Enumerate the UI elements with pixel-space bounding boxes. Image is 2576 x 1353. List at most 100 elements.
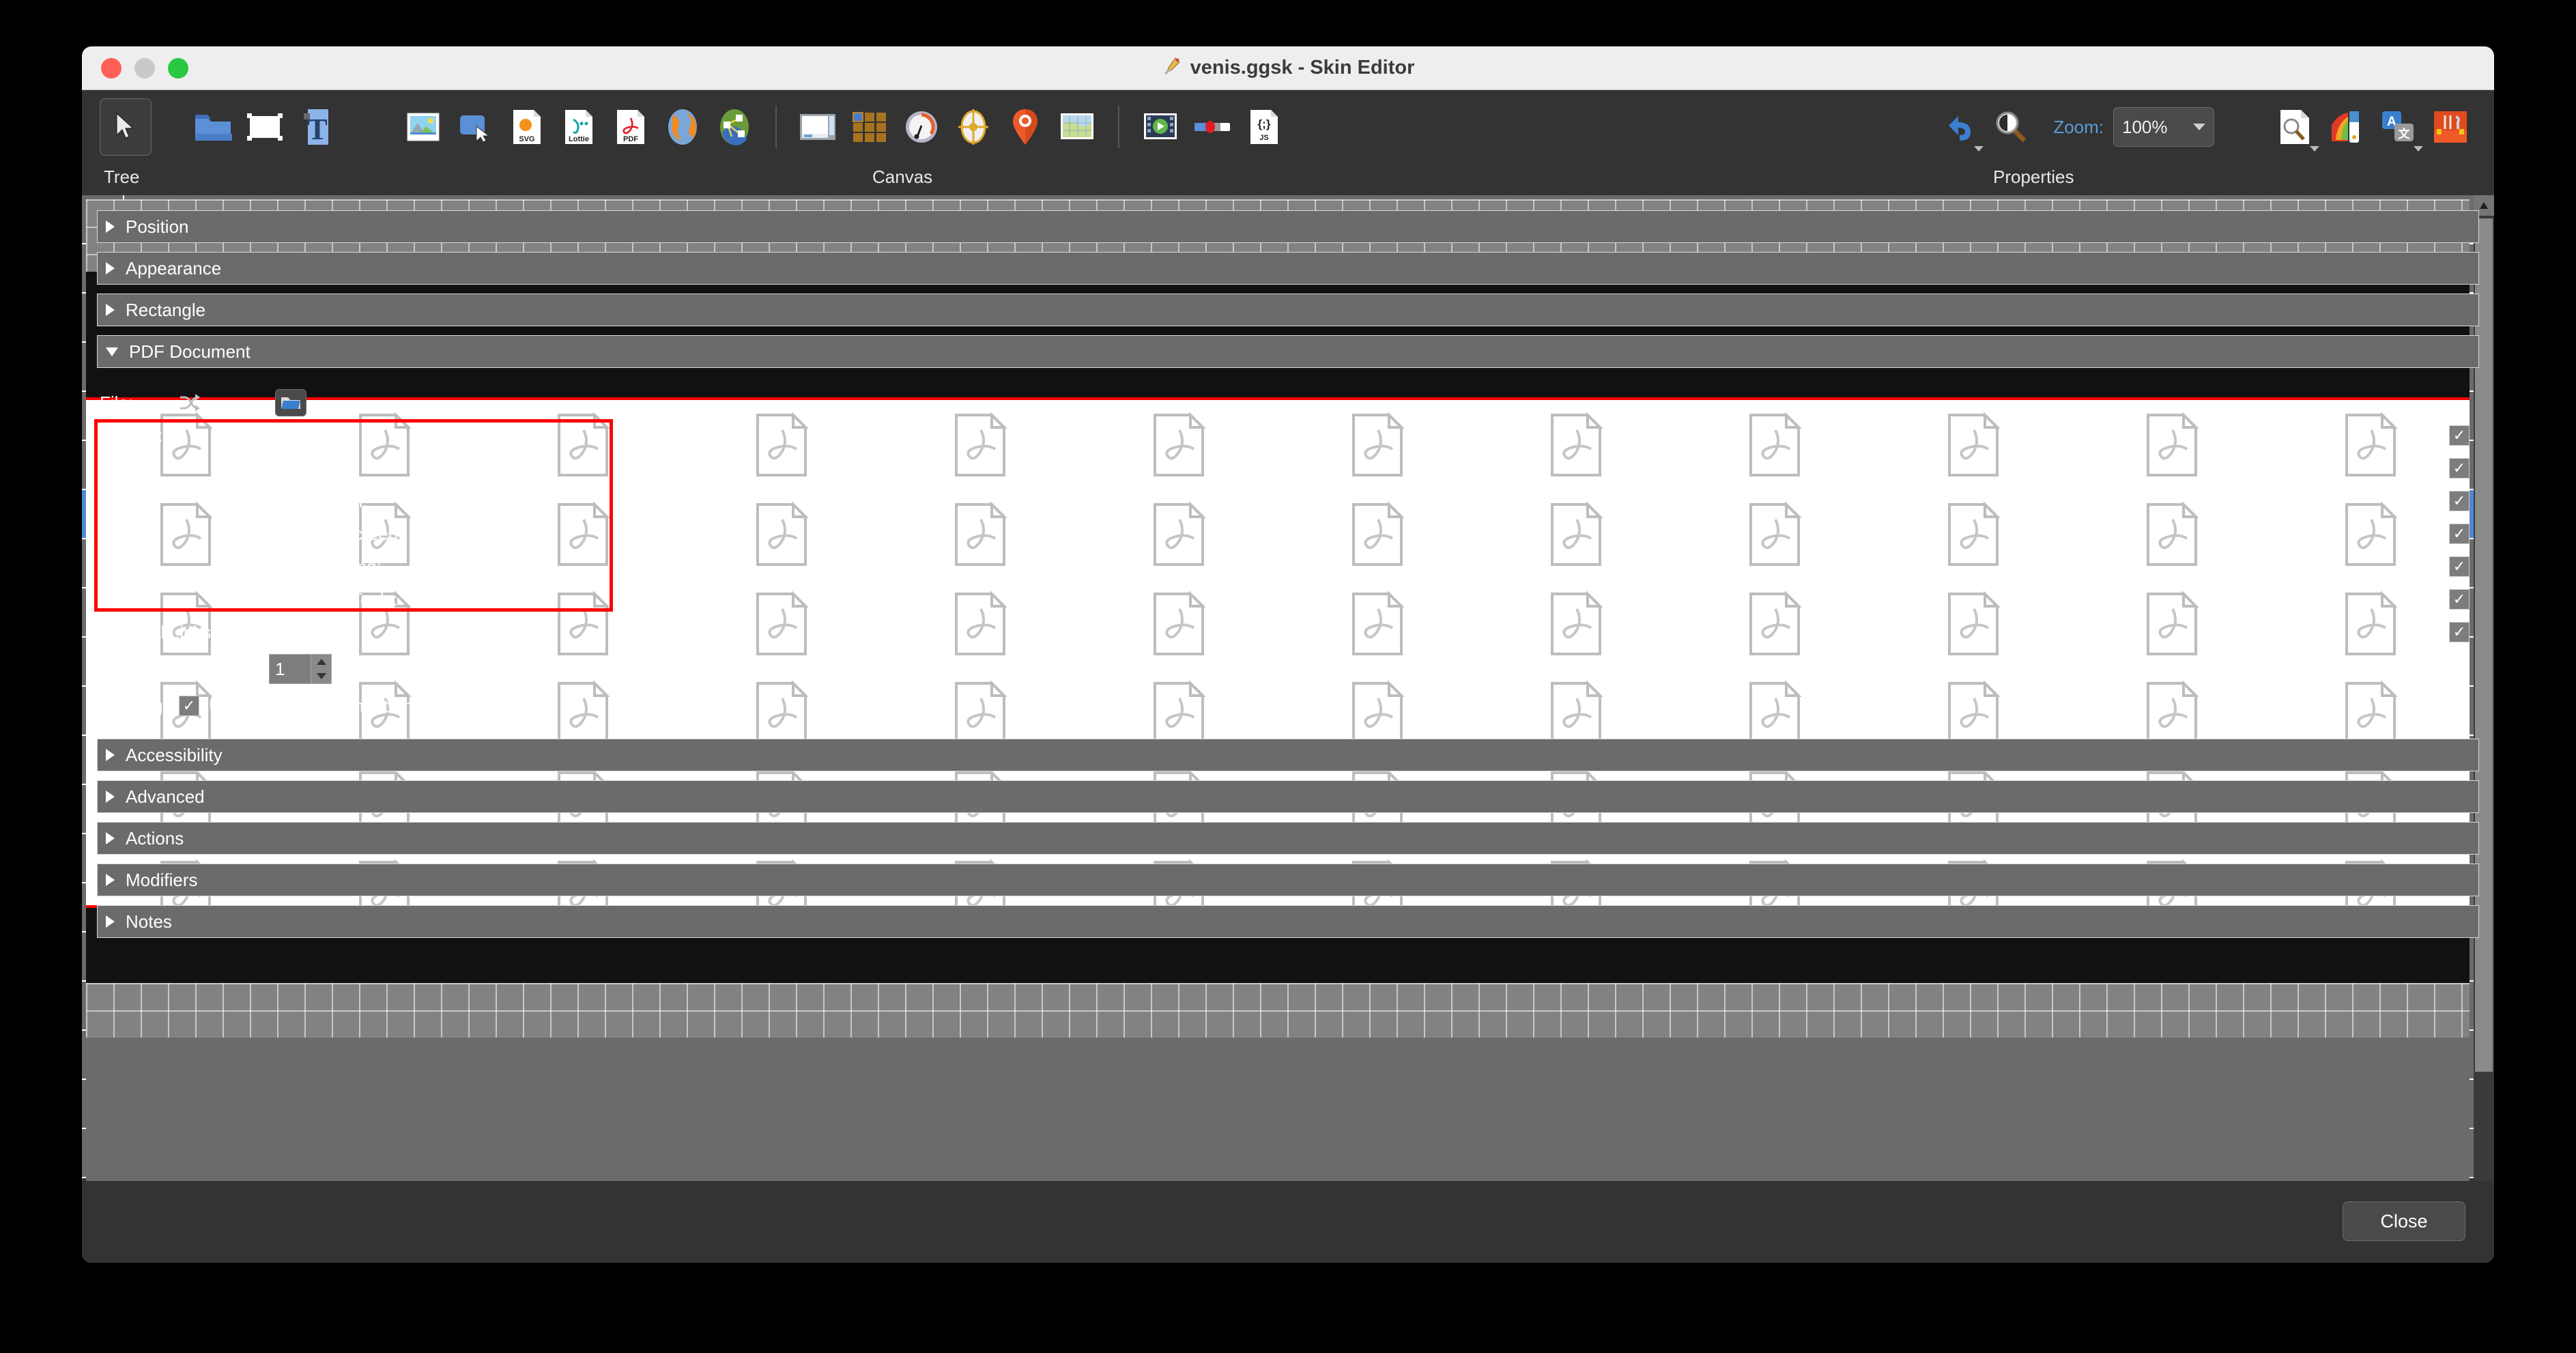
section-modifiers-label: Modifiers (126, 869, 198, 890)
properties-section-label: Properties (1993, 167, 2074, 187)
section-modifiers[interactable]: Modifiers (97, 864, 2479, 896)
section-accessibility[interactable]: Accessibility (97, 739, 2479, 771)
compass-rose-tool-button[interactable] (947, 101, 999, 153)
section-position-label: Position (126, 216, 189, 237)
external-links-enabled-label: Enabled: (269, 621, 339, 642)
color-palette-button[interactable] (2321, 101, 2373, 153)
checkbox-toolbar-enabled-label: Enabled: (269, 425, 339, 446)
pdf-document-body: File: - Toolbar: Enabled: ✓ Sidebar: ✓ Text S… (94, 377, 2479, 726)
open-folder-tool-button[interactable] (187, 101, 239, 153)
start-page-input[interactable]: 1 (269, 654, 311, 684)
slider-tool-button[interactable] (1186, 101, 1238, 153)
checkbox-external-links-enabled[interactable]: ✓ (2449, 622, 2470, 642)
select-tool-button[interactable] (100, 98, 152, 156)
section-notes-label: Notes (126, 911, 172, 932)
chevron-down-icon[interactable] (2414, 146, 2423, 152)
translate-button[interactable]: A文 (2373, 101, 2424, 153)
svg-tool-button[interactable]: SVG (501, 101, 553, 153)
file-label: File: (100, 392, 134, 413)
external-links-label: External Links: (100, 621, 216, 642)
skin-editor-icon (1162, 55, 1182, 81)
section-pdf-document-label: PDF Document (129, 341, 251, 362)
checkbox-unload-pdf-on-hide[interactable]: ✓ (179, 696, 199, 716)
section-advanced[interactable]: Advanced (97, 780, 2479, 813)
section-actions-label: Actions (126, 827, 184, 849)
start-page-row: Start Page: 1 (100, 653, 2479, 685)
checkbox-toolbar-enabled[interactable]: ✓ (2449, 425, 2470, 446)
inspect-file-button[interactable] (2269, 101, 2321, 153)
undo-button[interactable] (1933, 101, 1985, 153)
toolbox-button[interactable] (2424, 101, 2476, 153)
start-page-label: Start Page: (100, 658, 189, 679)
skin-editor-window: venis.ggsk - Skin Editor T SVG Lottie PD… (82, 46, 2494, 1263)
chevron-right-icon[interactable] (106, 749, 115, 761)
chevron-right-icon[interactable] (106, 791, 115, 803)
toolbar-option-row: Sidebar: ✓ (100, 452, 2479, 485)
image-tool-button[interactable] (397, 101, 449, 153)
checkbox-toolbar-sidebar[interactable]: ✓ (2449, 458, 2470, 479)
chevron-down-icon[interactable] (1974, 146, 1984, 152)
svg-text:JS: JS (1259, 134, 1268, 142)
map-pin-tool-button[interactable] (999, 101, 1051, 153)
checkbox-toolbar-allow-printing-label: Allow Printing: (269, 556, 382, 577)
zoom-label: Zoom: (2053, 116, 2104, 137)
chevron-right-icon[interactable] (106, 915, 115, 928)
text-tool-button[interactable]: T (291, 101, 343, 153)
chevron-right-icon[interactable] (106, 874, 115, 886)
checkbox-toolbar-text-search-label: Text Search: (269, 490, 368, 511)
properties-list: Position Appearance Rectangle PDF Document … (94, 210, 2479, 1256)
zoom-select[interactable]: 100% (2113, 107, 2214, 147)
svg-text:PDF: PDF (623, 135, 638, 143)
stepper-up-icon[interactable] (316, 659, 326, 665)
section-actions[interactable]: Actions (97, 822, 2479, 855)
checkbox-toolbar-text-search[interactable]: ✓ (2449, 491, 2470, 511)
section-advanced-label: Advanced (126, 786, 205, 807)
stepper-down-icon[interactable] (316, 673, 326, 679)
gauge-tool-button[interactable] (896, 101, 947, 153)
section-notes[interactable]: Notes (97, 905, 2479, 938)
svg-text:T: T (307, 113, 327, 146)
section-pdf-document[interactable]: PDF Document (97, 335, 2479, 368)
unload-pdf-label: Unload PDF document on hide (209, 695, 452, 716)
globe-tool-button[interactable] (657, 101, 709, 153)
toolbar-group-label: Toolbar: (100, 425, 163, 446)
video-tool-button[interactable] (1134, 101, 1186, 153)
close-button[interactable]: Close (2343, 1201, 2465, 1241)
external-links-row: External Links: Enabled: ✓ (100, 616, 2479, 649)
main-body: {;}JSlocal_fonts↘0,0popup_phone↘16,16sou… (82, 195, 2494, 1263)
toolbar-option-row: Toolbar: Enabled: ✓ (100, 419, 2479, 452)
canvas-section-label: Canvas (872, 167, 933, 187)
chevron-down-icon[interactable] (106, 347, 118, 356)
checkbox-toolbar-allow-printing[interactable]: ✓ (2449, 556, 2470, 577)
tree-section-label: Tree (104, 167, 140, 187)
js-tool-button[interactable]: {;} JS (1238, 101, 1290, 153)
file-browse-button[interactable] (274, 389, 306, 416)
toolbar-divider (775, 106, 777, 148)
panel-layout-tool-button[interactable] (792, 101, 844, 153)
start-page-stepper[interactable] (311, 654, 332, 684)
chevron-right-icon[interactable] (106, 262, 115, 274)
checkbox-toolbar-allow-fullscreen[interactable]: ✓ (2449, 524, 2470, 544)
map-tool-button[interactable] (1051, 101, 1103, 153)
preview-button[interactable] (1985, 101, 2037, 153)
toolbar-divider-2 (1118, 106, 1119, 148)
section-appearance[interactable]: Appearance (97, 252, 2479, 285)
chevron-right-icon[interactable] (106, 832, 115, 844)
chevron-right-icon[interactable] (106, 304, 115, 316)
checkbox-toolbar-additional-tools[interactable]: ✓ (2449, 589, 2470, 610)
chevron-down-icon[interactable] (2193, 124, 2205, 130)
button-tool-button[interactable] (449, 101, 501, 153)
shuffle-link-icon[interactable] (168, 393, 212, 412)
chevron-down-icon[interactable] (2310, 146, 2319, 152)
pdf-tool-button[interactable]: PDF (605, 101, 657, 153)
section-position[interactable]: Position (97, 210, 2479, 243)
chevron-right-icon[interactable] (106, 220, 115, 233)
toolbar-option-row: Allow Printing: ✓ (100, 550, 2479, 583)
node-graph-tool-button[interactable] (709, 101, 760, 153)
window-title-text: venis.ggsk - Skin Editor (1190, 57, 1415, 79)
file-row: File: - (100, 386, 2479, 419)
grid-swatch-tool-button[interactable] (844, 101, 896, 153)
section-rectangle[interactable]: Rectangle (97, 294, 2479, 326)
rectangle-tool-button[interactable] (239, 101, 291, 153)
lottie-tool-button[interactable]: Lottie (553, 101, 605, 153)
